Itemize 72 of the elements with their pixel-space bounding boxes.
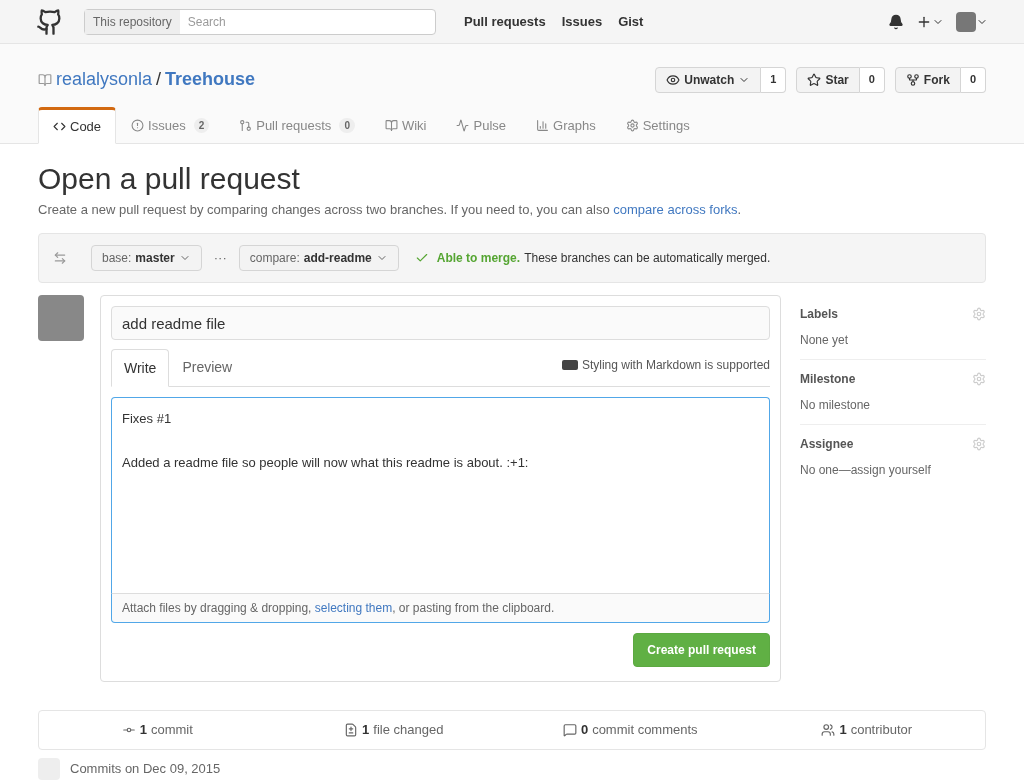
- sidebar-value: No milestone: [800, 397, 872, 414]
- sidebar-heading: Milestone: [800, 371, 856, 388]
- count-badge[interactable]: 1: [761, 66, 787, 93]
- notification-bell-icon[interactable]: [888, 13, 904, 30]
- editor-tab[interactable]: Preview: [169, 348, 246, 386]
- search-input[interactable]: Search: [179, 12, 435, 31]
- comment-textarea[interactable]: Fixes #1 Added a readme file so people will now what this readme is about. :+1:: [111, 397, 770, 593]
- base-branch-dropdown[interactable]: base: master: [91, 245, 202, 271]
- summary-link[interactable]: 1 contributor: [748, 720, 985, 740]
- path-separator: /: [156, 68, 162, 91]
- sidebar-heading: Labels: [800, 306, 838, 323]
- pulls-tab-icon: [239, 119, 253, 132]
- graphs-tab-icon: [536, 119, 549, 132]
- fork-icon: [905, 72, 920, 87]
- compare-icon: [53, 251, 67, 265]
- avatar-placeholder[interactable]: [956, 11, 976, 32]
- page-description: Create a new pull request by comparing changes across two branches. If you need to, you can also compare across forks.: [38, 200, 743, 219]
- wiki-tab-icon: [384, 119, 398, 132]
- repo-name-link[interactable]: Treehouse: [165, 66, 256, 93]
- count-badge: 0: [339, 118, 355, 133]
- compare-branch-dropdown[interactable]: compare: add-readme: [238, 245, 399, 271]
- compare-forks-link[interactable]: compare across forks: [613, 201, 738, 217]
- eye-icon: [666, 72, 681, 87]
- sidebar-heading: Assignee: [800, 436, 854, 453]
- avatar-placeholder: [38, 295, 84, 341]
- merge-message: These branches can be automatically merged.: [524, 250, 771, 267]
- code-tab-icon: [53, 120, 66, 133]
- summary-link[interactable]: 1 file changed: [275, 720, 512, 740]
- page-title: Open a pull request: [38, 161, 301, 197]
- repo-tab[interactable]: Pull requests 0: [224, 107, 370, 144]
- search-field[interactable]: This repository Search: [84, 8, 436, 35]
- count-badge[interactable]: 0: [960, 66, 986, 93]
- commits-date: Commits on Dec 09, 2015: [70, 760, 221, 779]
- summary-link[interactable]: 0 commit comments: [512, 720, 749, 740]
- repo-tab[interactable]: Graphs: [521, 107, 611, 144]
- repo-owner-link[interactable]: realalysonla: [56, 66, 153, 93]
- nav-link[interactable]: Gist: [618, 11, 644, 32]
- markdown-icon: [561, 360, 578, 370]
- fork-button[interactable]: Fork: [894, 66, 961, 93]
- sidebar-value: No one—assign yourself: [800, 462, 932, 479]
- count-badge[interactable]: 0: [859, 66, 885, 93]
- issues-tab-icon: [131, 119, 145, 132]
- repo-tab[interactable]: Code: [38, 107, 117, 144]
- comment-icon: [562, 723, 577, 737]
- nav-link[interactable]: Pull requests: [464, 11, 546, 32]
- watch-button[interactable]: Unwatch: [655, 66, 762, 93]
- repo-tab[interactable]: Pulse: [441, 107, 521, 144]
- search-scope: This repository: [85, 9, 180, 34]
- sidebar-value: None yet: [800, 332, 850, 349]
- star-icon: [807, 72, 822, 87]
- settings-icon[interactable]: [972, 372, 986, 386]
- markdown-note[interactable]: Styling with Markdown is supported: [581, 356, 770, 374]
- star-button[interactable]: Star: [796, 66, 860, 93]
- file-icon: [344, 723, 359, 737]
- editor-tab[interactable]: Write: [111, 349, 170, 387]
- settings-icon[interactable]: [972, 307, 986, 321]
- nav-link[interactable]: Issues: [561, 11, 603, 32]
- summary-link[interactable]: 1 commit: [39, 720, 276, 740]
- repo-tab[interactable]: Wiki: [369, 107, 442, 144]
- contributor-icon: [821, 723, 836, 737]
- count-badge: 2: [193, 118, 210, 133]
- pulse-tab-icon: [456, 119, 470, 132]
- check-icon: [414, 251, 429, 265]
- title-input[interactable]: add readme file: [111, 306, 770, 340]
- merge-status: Able to merge.: [436, 250, 521, 267]
- repo-tab[interactable]: Settings: [610, 107, 705, 144]
- settings-icon[interactable]: [972, 437, 986, 451]
- attach-files-hint: Attach files by dragging & dropping, selecting them, or pasting from the clipboard.: [111, 593, 770, 623]
- ellipsis-separator: ···: [213, 249, 227, 268]
- repo-icon: [38, 72, 52, 87]
- repo-tab[interactable]: Issues 2: [116, 107, 225, 144]
- settings-tab-icon: [625, 119, 639, 132]
